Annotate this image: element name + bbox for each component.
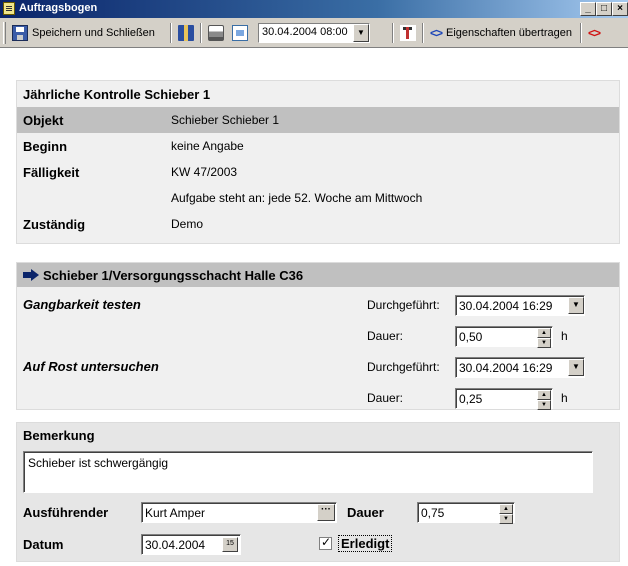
browse-button[interactable]: ··· [317,504,335,521]
window-title: Auftragsbogen [19,2,98,14]
toolbar-separator [422,23,424,43]
duration-label: Dauer: [367,329,404,343]
done-date-value: 30.04.2004 16:29 [459,360,553,375]
header-key: Zuständig [23,216,86,232]
header-value: keine Angabe [171,139,244,153]
header-key: Objekt [23,112,64,128]
date-picker[interactable]: 30.04.2004 15 [141,534,241,555]
task-header-section: Jährliche Kontrolle Schieber 1 Objekt Sc… [16,80,620,244]
form-icon [3,2,15,15]
executor-field[interactable]: Kurt Amper ··· [141,502,337,523]
preview-button[interactable] [232,22,248,44]
header-row-object: Objekt Schieber Schieber 1 [17,107,619,133]
toolbar-separator [200,23,202,43]
executor-value: Kurt Amper [145,505,206,520]
chevron-down-icon[interactable]: ▼ [568,359,584,376]
header-value: KW 47/2003 [171,165,238,179]
spinner-arrows-icon[interactable]: ▲ ▼ [499,504,513,524]
code-brackets-icon: <> [430,26,443,40]
header-row-start: Beginn keine Angabe [17,133,619,159]
duration-spinner[interactable]: 0,50 ▲ ▼ [455,326,553,348]
date-label: Datum [23,537,64,552]
done-checkbox-label: Erledigt [338,535,393,552]
title-bar: Auftragsbogen _ □ × [0,0,628,18]
task-title: Jährliche Kontrolle Schieber 1 [23,87,211,102]
form-content: Jährliche Kontrolle Schieber 1 Objekt Sc… [16,58,620,566]
header-value: Aufgabe steht an: jede 52. Woche am Mitt… [171,191,423,205]
header-key: Beginn [23,138,68,154]
tool-button[interactable] [400,22,416,44]
object-section-title: Schieber 1/Versorgungsschacht Halle C36 [43,267,304,283]
done-date-combo[interactable]: 30.04.2004 16:29 ▼ [455,357,585,378]
done-date-combo[interactable]: 30.04.2004 16:29 ▼ [455,295,585,316]
task-name: Auf Rost untersuchen [23,359,159,374]
code-brackets-icon: <> [588,26,601,40]
toolbar-separator [170,23,172,43]
executor-label: Ausführender [23,505,109,520]
header-row-due: Fälligkeit KW 47/2003 [17,159,619,185]
book-icon [178,25,194,41]
chevron-down-icon[interactable]: ▼ [353,24,369,42]
checkbox-checked-icon[interactable] [319,535,332,550]
date-picker-value: 30.04.2004 [145,537,206,552]
remark-title: Bemerkung [23,428,95,443]
object-section: Schieber 1/Versorgungsschacht Halle C36 … [16,262,620,410]
calendar-icon[interactable]: 15 [222,537,238,552]
spinner-arrows-icon[interactable]: ▲ ▼ [537,328,551,348]
header-row-responsible: Zuständig Demo [17,211,619,237]
date-combo-box[interactable]: 30.04.2004 08:00 ▼ [258,23,370,43]
header-value: Demo [171,217,204,231]
remark-section: Bemerkung Schieber ist schwergängig Ausf… [16,422,620,562]
date-combo[interactable]: 30.04.2004 08:00 ▼ [258,22,370,44]
total-duration-label: Dauer [347,505,384,520]
transfer-properties-button[interactable]: <> Eigenschaften übertragen [430,22,572,44]
page-preview-icon [232,25,248,41]
minimize-button[interactable]: _ [580,2,596,16]
spinner-arrows-icon[interactable]: ▲ ▼ [537,390,551,410]
arrow-right-icon [23,269,39,281]
toolbar-separator [580,23,582,43]
window-controls: _ □ × [580,2,628,16]
duration-value: 0,50 [459,329,483,344]
done-date-value: 30.04.2004 16:29 [459,298,553,313]
tool-icon [400,25,416,41]
object-section-header: Schieber 1/Versorgungsschacht Halle C36 [17,263,619,287]
code-view-button[interactable]: <> [588,22,601,44]
print-icon [208,25,224,41]
book-button[interactable] [178,22,194,44]
save-close-label: Speichern und Schließen [32,27,155,39]
duration-unit: h [561,329,568,343]
duration-spinner[interactable]: 0,25 ▲ ▼ [455,388,553,410]
duration-unit: h [561,391,568,405]
toolbar: Speichern und Schließen 30.04.2004 08:00… [0,18,628,48]
toolbar-grip[interactable] [3,22,6,44]
header-key: Fälligkeit [23,164,80,180]
chevron-down-icon[interactable]: ▼ [568,297,584,314]
task-name: Gangbarkeit testen [23,297,141,312]
date-combo-value: 30.04.2004 08:00 [262,26,348,38]
duration-value: 0,25 [459,391,483,406]
save-icon [12,25,28,41]
done-checkbox[interactable]: Erledigt [319,535,393,552]
close-button[interactable]: × [612,2,628,16]
maximize-button[interactable]: □ [596,2,612,16]
done-label: Durchgeführt: [367,298,440,312]
header-row-recurrence: Aufgabe steht an: jede 52. Woche am Mitt… [17,185,619,211]
total-duration-value: 0,75 [421,505,445,520]
header-value: Schieber Schieber 1 [171,113,280,127]
total-duration-spinner[interactable]: 0,75 ▲ ▼ [417,502,515,524]
toolbar-separator [392,23,394,43]
done-label: Durchgeführt: [367,360,440,374]
print-button[interactable] [208,22,224,44]
save-close-button[interactable]: Speichern und Schließen [12,22,155,44]
remark-textarea[interactable]: Schieber ist schwergängig [23,451,593,493]
transfer-properties-label: Eigenschaften übertragen [446,27,572,39]
duration-label: Dauer: [367,391,404,405]
